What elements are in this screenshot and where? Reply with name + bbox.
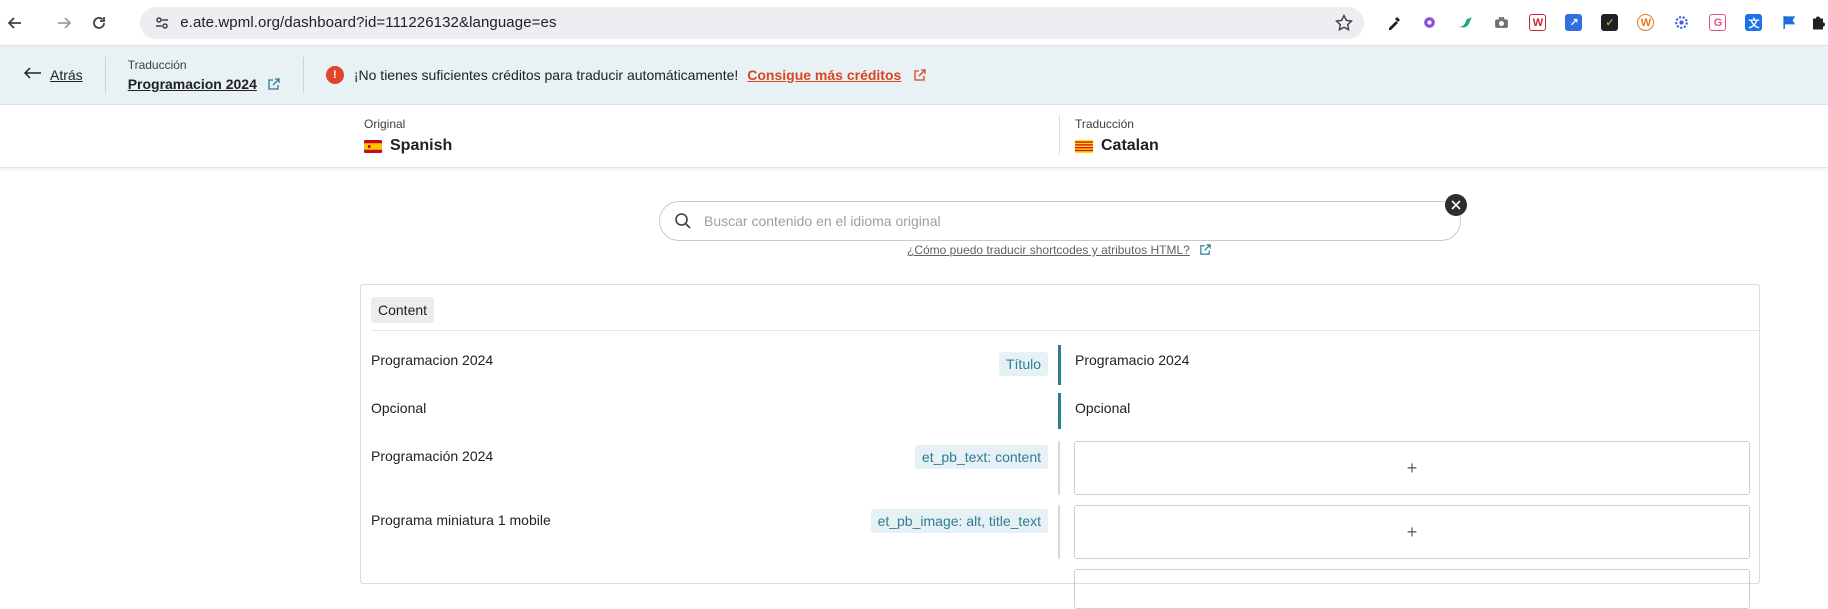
external-link-icon[interactable] xyxy=(267,77,281,91)
camera-extension-icon[interactable] xyxy=(1484,7,1520,39)
plus-icon: + xyxy=(1406,457,1418,478)
source-text: Programacion 2024 xyxy=(371,352,494,368)
target-text[interactable]: Opcional xyxy=(1075,400,1130,416)
get-more-credits-link[interactable]: Consigue más créditos xyxy=(747,67,901,83)
source-text: Programa miniatura 1 mobile xyxy=(371,512,551,528)
segment-status-bar xyxy=(1058,345,1061,385)
bookmark-star-icon[interactable] xyxy=(1334,13,1354,33)
warning-text: ¡No tienes suficientes créditos para tra… xyxy=(353,67,739,83)
reload-icon[interactable] xyxy=(84,8,113,38)
browser-toolbar: e.ate.wpml.org/dashboard?id=111226132&la… xyxy=(0,0,1828,46)
address-bar[interactable]: e.ate.wpml.org/dashboard?id=111226132&la… xyxy=(140,6,1364,39)
shortcodes-help-link[interactable]: ¿Cómo puedo traducir shortcodes y atribu… xyxy=(907,243,1190,257)
back-label: Atrás xyxy=(50,67,83,83)
red-w-extension-icon[interactable]: W xyxy=(1520,7,1556,39)
segment-status-bar xyxy=(1058,505,1060,559)
translation-language-label: Traducción xyxy=(1075,117,1134,131)
source-text: Opcional xyxy=(371,400,427,416)
segment-status-bar xyxy=(1058,441,1060,495)
green-bird-extension-icon[interactable] xyxy=(1448,7,1484,39)
divider xyxy=(302,57,304,93)
translation-title-link[interactable]: Programacion 2024 xyxy=(128,76,257,92)
blue-burst-extension-icon[interactable] xyxy=(1664,7,1700,39)
wordpress-orange-extension-icon[interactable]: W xyxy=(1628,7,1664,39)
translation-language-name: Catalan xyxy=(1101,137,1159,154)
original-language-name: Spanish xyxy=(390,137,453,154)
extensions-bar: W ↗ ✓ W G 文 xyxy=(1376,7,1828,39)
puzzle-extension-icon[interactable] xyxy=(1808,7,1828,39)
section-divider xyxy=(371,330,1759,331)
pink-frame-extension-icon[interactable]: G xyxy=(1700,7,1736,39)
warning-icon: ! xyxy=(325,66,344,84)
translate-extension-icon[interactable]: 文 xyxy=(1736,7,1772,39)
translation-label: Traducción xyxy=(127,58,187,72)
translation-language: Traducción Catalan xyxy=(1075,117,1159,155)
segment-type-tag: Título xyxy=(998,352,1048,376)
forward-arrow-icon[interactable] xyxy=(49,8,78,38)
spain-flag-icon xyxy=(364,139,382,153)
segment-row[interactable]: Programa miniatura 1 mobile et_pb_image:… xyxy=(361,505,1761,559)
segment-status-bar xyxy=(1058,393,1061,429)
translation-info: Traducción Programacion 2024 xyxy=(128,58,281,92)
credits-warning: ! ¡No tienes suficientes créditos para t… xyxy=(325,66,927,84)
url-text: e.ate.wpml.org/dashboard?id=111226132&la… xyxy=(180,14,557,31)
eyedropper-extension-icon[interactable] xyxy=(1376,7,1412,39)
segment-type-tag: et_pb_image: alt, title_text xyxy=(870,509,1048,533)
plus-icon: + xyxy=(1406,521,1418,542)
add-translation-box[interactable] xyxy=(1074,569,1750,609)
segment-row[interactable]: Programación 2024 et_pb_text: content + xyxy=(361,441,1761,495)
blue-chart-extension-icon[interactable]: ↗ xyxy=(1556,7,1592,39)
add-translation-box[interactable]: + xyxy=(1074,505,1750,559)
catalonia-flag-icon xyxy=(1075,139,1093,153)
language-divider xyxy=(1059,115,1060,155)
checklist-extension-icon[interactable]: ✓ xyxy=(1592,7,1628,39)
content-panel: Content Programacion 2024 Título Program… xyxy=(360,284,1761,609)
target-text[interactable]: Programacio 2024 xyxy=(1075,352,1189,368)
search-icon xyxy=(674,212,692,230)
segment-type-tag: et_pb_text: content xyxy=(914,445,1048,469)
back-link[interactable]: Atrás xyxy=(23,66,83,84)
external-link-icon[interactable] xyxy=(1199,243,1213,257)
external-link-icon[interactable] xyxy=(913,68,927,82)
divider xyxy=(104,57,106,93)
segment-row[interactable]: Opcional Opcional xyxy=(361,393,1761,429)
search-box xyxy=(659,201,1461,241)
original-language: Original Spanish xyxy=(364,117,452,155)
add-translation-box[interactable]: + xyxy=(1074,441,1750,495)
back-arrow-icon xyxy=(23,66,42,84)
close-icon[interactable] xyxy=(1445,194,1467,216)
source-text: Programación 2024 xyxy=(371,448,494,464)
translation-topbar: Atrás Traducción Programacion 2024 ! ¡No… xyxy=(0,46,1828,105)
help-row: ¿Cómo puedo traducir shortcodes y atribu… xyxy=(907,243,1213,257)
blue-flag-extension-icon[interactable] xyxy=(1772,7,1808,39)
search-input[interactable] xyxy=(704,213,1404,229)
original-label: Original xyxy=(364,117,406,131)
purple-gear-extension-icon[interactable] xyxy=(1412,7,1448,39)
segment-row[interactable]: Programacion 2024 Título Programacio 202… xyxy=(361,345,1761,385)
language-header: Original Spanish Traducción Catalan xyxy=(0,105,1828,168)
section-label: Content xyxy=(371,297,435,323)
back-arrow-icon[interactable] xyxy=(0,8,29,38)
site-settings-icon[interactable] xyxy=(152,13,172,33)
